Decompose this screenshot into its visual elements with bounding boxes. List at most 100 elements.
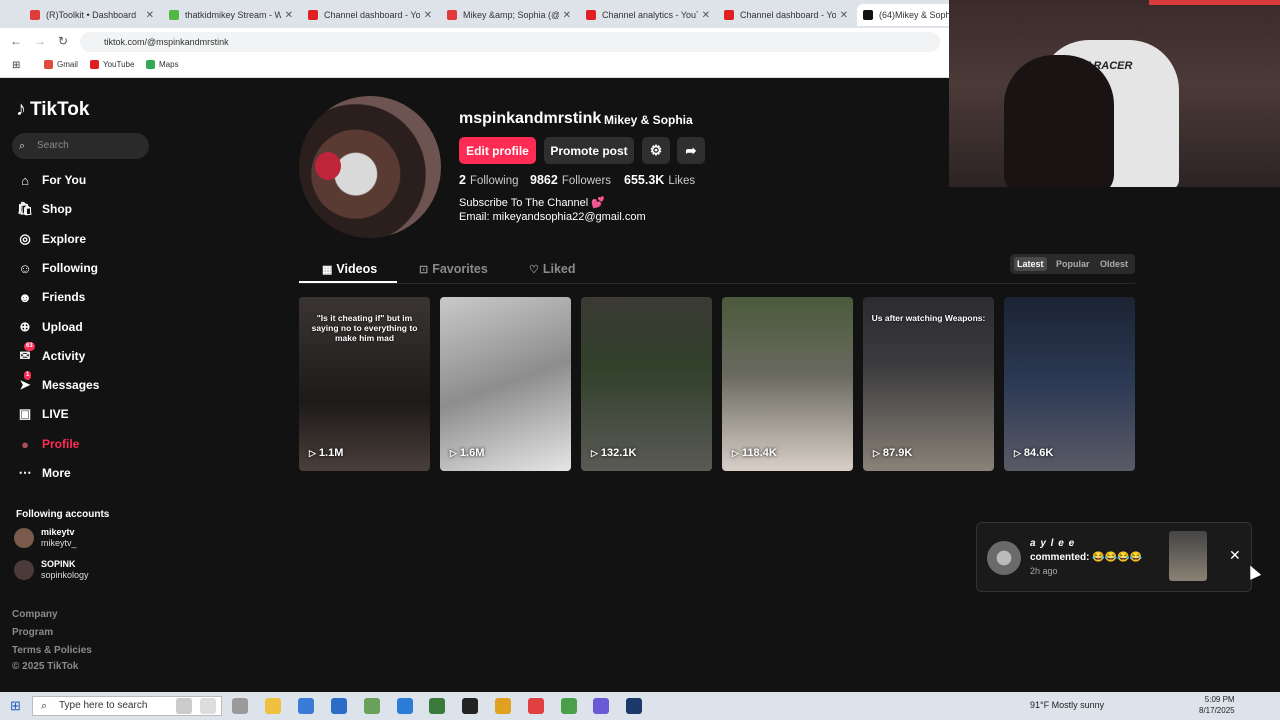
commenter-avatar xyxy=(987,541,1021,575)
sidebar-item-activity[interactable]: ✉ 63 Activity xyxy=(16,342,85,367)
tab-liked[interactable]: ♡ Liked xyxy=(529,258,576,280)
sort-oldest[interactable]: Oldest xyxy=(1097,257,1131,271)
sort-latest[interactable]: Latest xyxy=(1014,257,1047,271)
taskbar-app-icon[interactable] xyxy=(200,698,216,714)
footer-link[interactable]: Terms & Policies xyxy=(12,645,92,656)
tiktok-logo[interactable]: ♪ TikTok xyxy=(16,98,89,121)
video-thumbnail[interactable]: ▷ 84.6K xyxy=(1004,297,1135,471)
following-account[interactable]: mikeytv mikeytv_ xyxy=(14,527,77,549)
close-icon[interactable]: ✕ xyxy=(1229,547,1241,564)
sidebar-item-profile[interactable]: ● Profile xyxy=(16,433,79,455)
sidebar-item-shop[interactable]: 🛍 Shop xyxy=(16,198,72,220)
taskbar-app-icon[interactable] xyxy=(176,698,192,714)
following-stat[interactable]: 2 Following xyxy=(459,173,519,187)
comment-notification[interactable]: a y l e e commented: 😂😂😂😂 2h ago ✕ xyxy=(976,522,1252,592)
taskbar-app-icon[interactable] xyxy=(593,698,609,714)
close-tab-icon[interactable]: ✕ xyxy=(285,10,293,21)
bookmark-maps[interactable]: Maps xyxy=(146,60,179,69)
webcam-overlay: GT-RACER xyxy=(949,0,1280,187)
weather-widget[interactable]: 91°F Mostly sunny xyxy=(1030,700,1104,710)
promote-post-button[interactable]: Promote post xyxy=(544,137,634,164)
edit-profile-button[interactable]: Edit profile xyxy=(459,137,536,164)
profile-username: mspinkandmrstink xyxy=(459,110,602,127)
back-icon[interactable]: ← xyxy=(10,34,22,48)
taskbar-app-icon[interactable] xyxy=(495,698,511,714)
video-thumbnail[interactable]: ▷ 132.1K xyxy=(581,297,712,471)
footer-link[interactable]: © 2025 TikTok xyxy=(12,661,78,672)
notification-time: 2h ago xyxy=(1030,566,1058,576)
taskbar-app-icon[interactable] xyxy=(331,698,347,714)
bookmark-label: Maps xyxy=(159,60,179,69)
video-thumbnail[interactable]: Us after watching Weapons: ▷ 87.9K xyxy=(863,297,994,471)
taskbar-app-icon[interactable] xyxy=(561,698,577,714)
close-tab-icon[interactable]: ✕ xyxy=(563,10,571,21)
sidebar-item-following[interactable]: ☺ Following xyxy=(16,257,98,279)
taskbar-app-icon[interactable] xyxy=(298,698,314,714)
taskbar-search[interactable]: ⌕ Type here to search xyxy=(32,696,222,716)
video-thumbnail[interactable]: "Is it cheating if" but im saying no to … xyxy=(299,297,430,471)
video-thumbnail[interactable]: ▷ 1.6M xyxy=(440,297,571,471)
sidebar-item-explore[interactable]: ◎ Explore xyxy=(16,228,86,250)
taskbar-app-icon[interactable] xyxy=(626,698,642,714)
view-count-value: 118.4K xyxy=(741,447,777,459)
sidebar-item-upload[interactable]: ⊕ Upload xyxy=(16,316,83,338)
sidebar-item-live[interactable]: ▣ LIVE xyxy=(16,403,69,425)
footer-link[interactable]: Company xyxy=(12,609,58,620)
sidebar-item-label: Profile xyxy=(42,437,80,451)
sidebar-item-messages[interactable]: ➤ 1 Messages xyxy=(16,371,99,396)
tab-videos[interactable]: ▦ Videos xyxy=(322,258,377,280)
forward-icon[interactable]: → xyxy=(34,34,46,48)
messages-icon: ➤ 1 xyxy=(19,371,32,392)
reload-icon[interactable]: ↻ xyxy=(58,34,68,48)
tab-favorites[interactable]: ⊡ Favorites xyxy=(419,258,488,280)
taskbar-app-icon[interactable] xyxy=(429,698,445,714)
footer-link[interactable]: Program xyxy=(12,627,53,638)
taskbar-app-icon[interactable] xyxy=(528,698,544,714)
clock-time: 5:09 PM xyxy=(1204,695,1235,704)
address-bar[interactable]: tiktok.com/@mspinkandmrstink xyxy=(80,32,940,52)
view-count-value: 1.1M xyxy=(318,447,344,459)
close-tab-icon[interactable]: ✕ xyxy=(424,10,432,21)
close-tab-icon[interactable]: ✕ xyxy=(146,10,154,21)
close-tab-icon[interactable]: ✕ xyxy=(702,10,710,21)
bookmark-youtube[interactable]: YouTube xyxy=(90,60,134,69)
browser-tab[interactable]: thatkidmikey Stream - Wa ✕ xyxy=(163,4,299,26)
profile-avatar[interactable] xyxy=(299,96,441,238)
sidebar-item-for-you[interactable]: ⌂ For You xyxy=(16,169,86,191)
browser-tab[interactable]: (R)Toolkit • Dashboard ✕ xyxy=(24,4,160,26)
browser-tab[interactable]: Channel dashboard - YouT ✕ xyxy=(302,4,438,26)
apps-grid-icon[interactable]: ⊞ xyxy=(12,60,20,71)
search-input[interactable]: ⌕ Search xyxy=(12,133,149,159)
share-icon[interactable]: ➦ xyxy=(677,137,705,164)
taskbar-app-icon[interactable] xyxy=(265,698,281,714)
windows-start-icon[interactable]: ⊞ xyxy=(10,698,21,714)
taskbar-app-icon[interactable] xyxy=(232,698,248,714)
tab-title: Channel dashboard - YouT xyxy=(740,10,836,20)
taskbar-app-icon[interactable] xyxy=(397,698,413,714)
tab-favicon xyxy=(586,10,596,20)
close-tab-icon[interactable]: ✕ xyxy=(840,10,848,21)
browser-tab[interactable]: Mikey &amp; Sophia (@m ✕ xyxy=(441,4,577,26)
avatar xyxy=(14,528,34,548)
sort-popular[interactable]: Popular xyxy=(1053,257,1093,271)
system-clock[interactable]: 5:09 PM 8/17/2025 xyxy=(1199,694,1235,716)
following-account[interactable]: SOPINK sopinkology xyxy=(14,559,89,581)
sidebar-item-more[interactable]: ⋯ More xyxy=(16,462,71,484)
settings-gear-icon[interactable]: ⚙ xyxy=(642,137,670,164)
tab-label: Videos xyxy=(336,262,378,276)
browser-tab[interactable]: Channel analytics - YouTu ✕ xyxy=(580,4,716,26)
live-icon: ▣ xyxy=(18,406,32,421)
taskbar-app-icon[interactable] xyxy=(364,698,380,714)
tab-title: Mikey &amp; Sophia (@m xyxy=(463,10,559,20)
likes-label: Likes xyxy=(668,175,696,187)
video-thumbnail[interactable]: ▷ 118.4K xyxy=(722,297,853,471)
account-name: mikeytv xyxy=(41,527,75,537)
sidebar-item-friends[interactable]: ☻ Friends xyxy=(16,286,85,308)
browser-tab[interactable]: Channel dashboard - YouT ✕ xyxy=(718,4,854,26)
bookmark-gmail[interactable]: Gmail xyxy=(44,60,78,69)
view-count: ▷ 1.1M xyxy=(309,447,343,459)
notification-video-thumbnail[interactable] xyxy=(1169,531,1207,581)
followers-stat[interactable]: 9862 Followers xyxy=(530,173,611,187)
taskbar-app-icon[interactable] xyxy=(462,698,478,714)
tab-divider xyxy=(299,283,1135,284)
